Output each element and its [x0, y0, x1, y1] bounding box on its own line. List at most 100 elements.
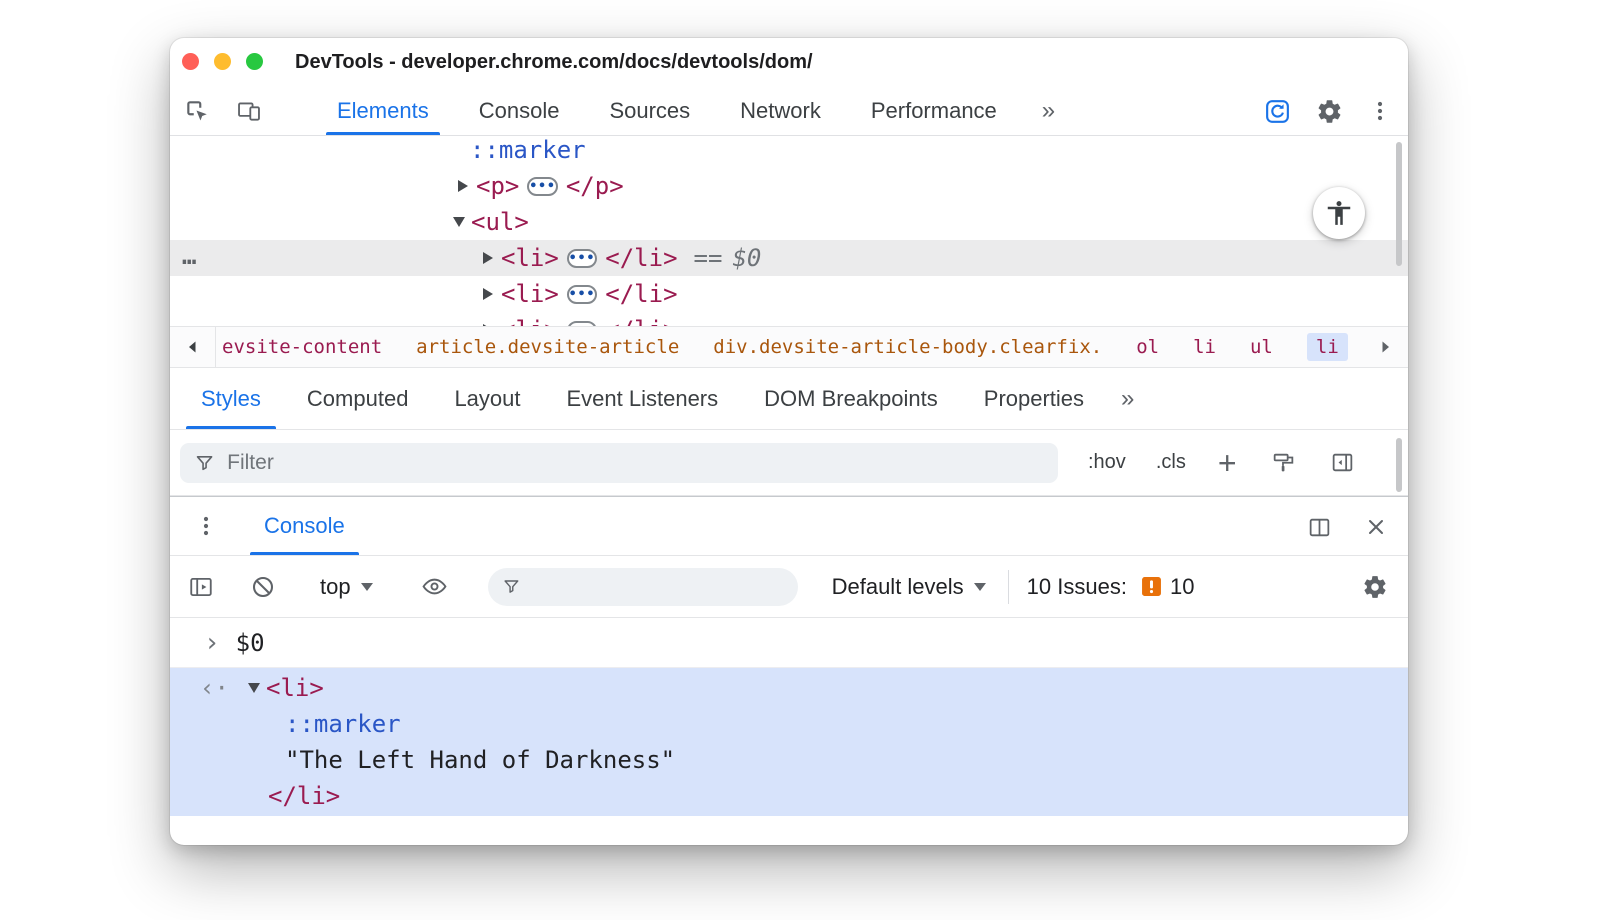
window-title: DevTools - developer.chrome.com/docs/dev… [295, 51, 813, 73]
console-filter-field[interactable] [487, 567, 798, 606]
more-panels-button[interactable]: » [1032, 86, 1065, 135]
breadcrumb-item[interactable]: ul [1250, 336, 1273, 358]
tag-open: <li> [266, 674, 324, 702]
breadcrumb-item-selected[interactable]: li [1306, 333, 1348, 361]
collapse-arrow-icon[interactable] [248, 683, 260, 693]
styles-filter-input[interactable] [227, 450, 1044, 475]
console-toolbar: top Default levels 10 Issues: 10 [170, 556, 1408, 618]
dom-tree-row-li[interactable]: <li> ••• </li> [170, 276, 1408, 312]
issue-icon [1141, 576, 1162, 597]
breadcrumb-scroll-right-button[interactable] [1362, 327, 1408, 367]
inline-expand-button[interactable]: ••• [566, 248, 598, 268]
more-styles-tabs-button[interactable]: » [1111, 368, 1144, 429]
devtools-toolbar: Elements Console Sources Network Perform… [170, 86, 1408, 136]
clear-console-icon[interactable] [250, 574, 276, 600]
dom-breadcrumb-bar: evsite-content article.devsite-article d… [170, 326, 1408, 368]
breadcrumb-item[interactable]: li [1193, 336, 1216, 358]
tag-close: </li> [605, 244, 678, 272]
console-settings-gear-icon[interactable] [1362, 574, 1388, 600]
dom-tree-row-marker[interactable]: ::marker [170, 136, 1408, 168]
equals-sign: == [693, 244, 723, 272]
devtools-window: DevTools - developer.chrome.com/docs/dev… [170, 38, 1408, 845]
inspect-icon[interactable] [184, 98, 210, 124]
dom-tree-scrollbar[interactable] [1396, 142, 1402, 266]
drawer-menu-icon[interactable] [194, 497, 218, 555]
window-titlebar: DevTools - developer.chrome.com/docs/dev… [170, 38, 1408, 86]
issues-counter[interactable]: 10 Issues: 10 [1027, 574, 1195, 600]
breadcrumb-item[interactable]: article.devsite-article [416, 336, 679, 358]
console-messages: › $0 ‹· <li> ::marker "The Left Hand of … [170, 618, 1408, 816]
expand-arrow-icon[interactable] [483, 252, 493, 264]
tag-open: <li> [501, 244, 559, 272]
device-toolbar-icon[interactable] [236, 98, 262, 124]
console-result-selected[interactable]: ‹· <li> ::marker "The Left Hand of Darkn… [170, 668, 1408, 816]
tab-performance[interactable]: Performance [852, 86, 1016, 135]
live-expression-eye-icon[interactable] [421, 573, 448, 600]
expand-arrow-icon[interactable] [458, 180, 468, 192]
tab-event-listeners[interactable]: Event Listeners [544, 368, 742, 429]
execution-context-selector[interactable]: top [320, 574, 373, 600]
styles-tab-strip: Styles Computed Layout Event Listeners D… [170, 368, 1408, 430]
fullscreen-window-button[interactable] [246, 53, 263, 70]
result-line: </li> [170, 778, 1408, 814]
chevron-down-icon [360, 582, 373, 591]
tag-open: <p> [476, 172, 520, 200]
tab-styles[interactable]: Styles [178, 368, 284, 429]
close-window-button[interactable] [182, 53, 199, 70]
tag-close: </p> [565, 172, 624, 200]
breadcrumb-scroll-left-button[interactable] [170, 327, 216, 367]
accessibility-button[interactable] [1313, 187, 1365, 239]
dom-tree-row-li-selected[interactable]: … <li> ••• </li> == $0 [170, 240, 1408, 276]
tab-console[interactable]: Console [460, 86, 579, 135]
result-line: ::marker [170, 706, 1408, 742]
panel-tab-strip: Elements Console Sources Network Perform… [318, 86, 1065, 135]
toggle-sidebar-icon[interactable] [1330, 450, 1355, 475]
breadcrumb-item[interactable]: div.devsite-article-body.clearfix. [713, 336, 1102, 358]
kebab-menu-icon[interactable] [1368, 99, 1392, 123]
expand-arrow-icon[interactable] [483, 288, 493, 300]
styles-filter-field[interactable] [180, 442, 1058, 483]
tab-computed[interactable]: Computed [284, 368, 432, 429]
dom-tree-rows: ::marker <p> ••• </p> <ul> … <li> ••• </… [170, 136, 1408, 326]
toggle-element-state-button[interactable]: :hov [1088, 451, 1126, 474]
tab-properties[interactable]: Properties [961, 368, 1107, 429]
dom-tree-row-li-partial[interactable]: <li> ••• </li> [170, 312, 1408, 326]
console-prompt-chevron: › [204, 627, 220, 658]
console-output-icon: ‹· [200, 674, 229, 702]
tag-close: </li> [605, 316, 677, 326]
inline-expand-button[interactable]: ••• [566, 284, 598, 304]
settings-gear-icon[interactable] [1316, 98, 1343, 125]
breadcrumb-item[interactable]: ol [1136, 336, 1159, 358]
log-levels-selector[interactable]: Default levels [832, 574, 986, 600]
issues-count: 10 [1169, 573, 1195, 599]
tab-elements[interactable]: Elements [318, 86, 448, 135]
dom-tree-row-p[interactable]: <p> ••• </p> [170, 168, 1408, 204]
tab-sources[interactable]: Sources [590, 86, 709, 135]
paint-roller-icon[interactable] [1271, 450, 1296, 475]
dom-tree-row-ul[interactable]: <ul> [170, 204, 1408, 240]
styles-panel-scrollbar[interactable] [1396, 438, 1402, 492]
tab-console-drawer[interactable]: Console [244, 497, 365, 555]
evaluated-expression: $0 [235, 628, 265, 657]
result-line: "The Left Hand of Darkness" [170, 742, 1408, 778]
tag-open: <li> [501, 280, 559, 308]
levels-label: Default levels [831, 573, 964, 599]
element-classes-button[interactable]: .cls [1156, 451, 1186, 474]
elements-dom-tree: ::marker <p> ••• </p> <ul> … <li> ••• </… [170, 136, 1408, 326]
row-ellipsis-menu[interactable]: … [182, 242, 198, 270]
console-sidebar-icon[interactable] [188, 574, 214, 600]
collapse-arrow-icon[interactable] [453, 217, 465, 227]
minimize-window-button[interactable] [214, 53, 231, 70]
chevron-left-icon [188, 341, 195, 353]
tab-dom-breakpoints[interactable]: DOM Breakpoints [741, 368, 961, 429]
tab-layout[interactable]: Layout [431, 368, 543, 429]
tab-network[interactable]: Network [721, 86, 840, 135]
inline-expand-button[interactable]: ••• [527, 176, 558, 196]
pseudo-element-label: ::marker [285, 710, 401, 738]
sync-icon[interactable] [1264, 98, 1291, 125]
text-node-value: "The Left Hand of Darkness" [285, 746, 676, 774]
split-panel-icon[interactable] [1307, 515, 1332, 540]
console-filter-input[interactable] [530, 575, 784, 598]
close-drawer-icon[interactable] [1364, 515, 1388, 539]
breadcrumb-item[interactable]: evsite-content [222, 336, 382, 358]
